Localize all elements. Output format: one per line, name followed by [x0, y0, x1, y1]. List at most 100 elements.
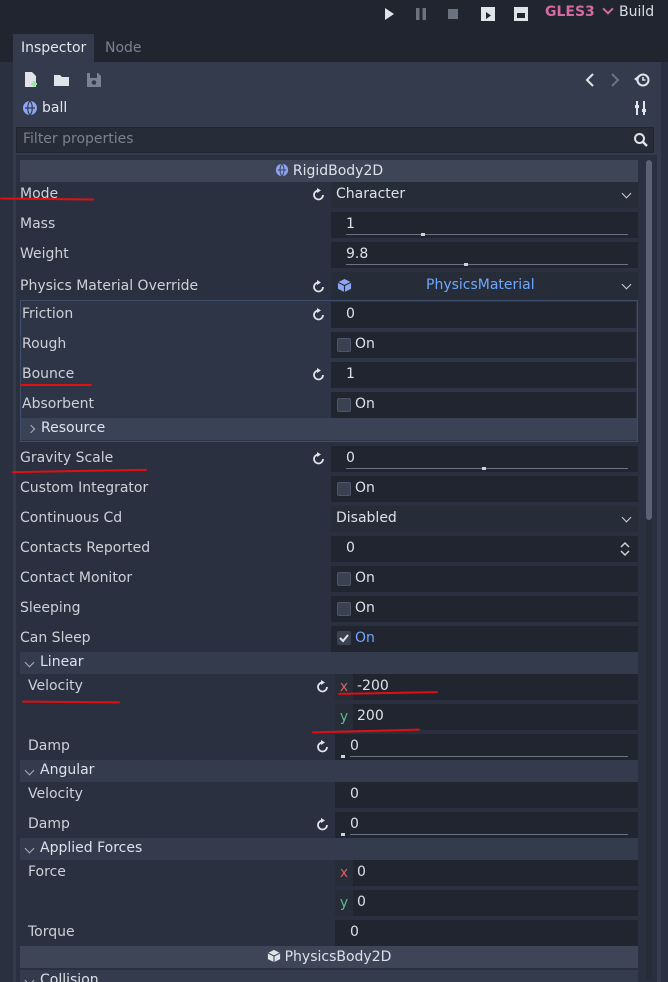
revert-icon[interactable]: [316, 740, 330, 754]
absorbent-value: On: [355, 396, 375, 412]
absorbent-checkbox[interactable]: On: [331, 392, 636, 418]
angular-damp-field[interactable]: 0: [335, 812, 638, 838]
search-icon[interactable]: [633, 132, 649, 148]
play-icon[interactable]: [381, 6, 397, 22]
gravity-scale-slider[interactable]: [346, 468, 628, 469]
tab-node[interactable]: Node: [97, 34, 150, 62]
custom-integrator-checkbox[interactable]: On: [331, 476, 638, 502]
bounce-field[interactable]: 1: [331, 362, 636, 388]
scrollbar-grabber[interactable]: [646, 160, 652, 520]
linear-velocity-y-value: 200: [357, 708, 384, 724]
stop-icon[interactable]: [445, 6, 461, 22]
linear-damp-slider[interactable]: [350, 756, 628, 757]
torque-value: 0: [350, 924, 359, 940]
slider-knob[interactable]: [464, 263, 468, 266]
continuous-cd-dropdown[interactable]: Disabled: [331, 506, 638, 532]
chevron-down-icon: [602, 3, 614, 15]
checkbox-icon[interactable]: [337, 398, 351, 412]
weight-field[interactable]: 9.8: [331, 242, 638, 268]
spinbox-updown-icon[interactable]: [620, 541, 630, 557]
play-custom-icon[interactable]: [513, 6, 529, 22]
gravity-scale-field[interactable]: 0: [331, 446, 638, 472]
tab-inspector[interactable]: Inspector: [13, 34, 95, 62]
checkbox-icon[interactable]: [337, 338, 351, 352]
contact-monitor-checkbox[interactable]: On: [331, 566, 638, 592]
revert-icon[interactable]: [316, 818, 330, 832]
force-y-field[interactable]: 0: [353, 890, 638, 916]
build-button[interactable]: Build: [619, 4, 654, 20]
mass-slider[interactable]: [346, 234, 628, 235]
angular-section[interactable]: Angular: [20, 760, 638, 782]
mode-dropdown[interactable]: Character: [331, 182, 638, 208]
save-icon[interactable]: [85, 71, 103, 89]
collision-section[interactable]: Collision: [20, 970, 638, 982]
rough-checkbox[interactable]: On: [331, 332, 636, 358]
linear-section[interactable]: Linear: [20, 652, 638, 674]
checkbox-icon[interactable]: [337, 482, 351, 496]
revert-icon[interactable]: [312, 308, 326, 322]
contacts-reported-spinbox[interactable]: 0: [331, 536, 638, 562]
slider-knob[interactable]: [421, 233, 425, 236]
force-x-value: 0: [357, 864, 366, 880]
new-script-icon[interactable]: [22, 71, 40, 89]
revert-icon[interactable]: [312, 280, 326, 294]
chevron-right-icon: [26, 424, 36, 434]
renderer-selector[interactable]: GLES3: [545, 3, 614, 20]
torque-label: Torque: [28, 924, 75, 940]
contacts-reported-value: 0: [346, 540, 355, 556]
physics-material-resource-picker[interactable]: PhysicsMaterial: [331, 272, 638, 300]
rough-label: Rough: [22, 336, 67, 352]
axis-y-label: y: [335, 890, 353, 916]
linear-velocity-x-field[interactable]: -200: [353, 674, 638, 700]
chevron-down-icon: [24, 657, 35, 668]
can-sleep-value: On: [355, 630, 375, 646]
slider-knob[interactable]: [341, 833, 345, 836]
angular-damp-slider[interactable]: [350, 834, 628, 835]
revert-icon[interactable]: [312, 188, 326, 202]
checkbox-icon[interactable]: [337, 572, 351, 586]
linear-damp-field[interactable]: 0: [335, 734, 638, 760]
angular-damp-value: 0: [350, 816, 359, 832]
friction-value: 0: [346, 306, 355, 322]
resource-section[interactable]: Resource: [21, 418, 637, 440]
play-scene-icon[interactable]: [480, 6, 496, 22]
linear-title: Linear: [40, 654, 84, 670]
tool-icon[interactable]: [633, 100, 649, 116]
filter-properties-input[interactable]: Filter properties: [16, 127, 654, 153]
can-sleep-checkbox[interactable]: On: [331, 626, 638, 652]
revert-icon[interactable]: [312, 452, 326, 466]
weight-slider[interactable]: [346, 264, 628, 265]
friction-field[interactable]: 0: [331, 302, 636, 328]
applied-forces-section[interactable]: Applied Forces: [20, 838, 638, 860]
mass-field[interactable]: 1: [331, 212, 638, 238]
revert-icon[interactable]: [316, 680, 330, 694]
chevron-down-icon: [621, 512, 632, 523]
object-history-icon[interactable]: [633, 71, 651, 89]
checkbox-icon[interactable]: [337, 602, 351, 616]
linear-damp-label: Damp: [28, 738, 70, 754]
angular-damp-label: Damp: [28, 816, 70, 832]
history-back-icon[interactable]: [582, 71, 600, 89]
history-forward-icon[interactable]: [605, 71, 623, 89]
physics-material-value: PhysicsMaterial: [426, 277, 535, 293]
linear-velocity-y-field[interactable]: 200: [353, 704, 638, 730]
bounce-label: Bounce: [22, 366, 75, 382]
torque-field[interactable]: 0: [335, 920, 638, 946]
angular-velocity-field[interactable]: 0: [335, 782, 638, 808]
force-x-field[interactable]: 0: [353, 860, 638, 886]
pause-icon[interactable]: [413, 6, 429, 22]
slider-knob[interactable]: [341, 755, 345, 758]
can-sleep-label: Can Sleep: [20, 630, 91, 646]
open-icon[interactable]: [53, 71, 71, 89]
slider-knob[interactable]: [482, 467, 486, 470]
collision-title: Collision: [40, 972, 99, 982]
rough-value: On: [355, 336, 375, 352]
bounce-value: 1: [346, 366, 355, 382]
filter-placeholder: Filter properties: [23, 131, 134, 147]
sleeping-checkbox[interactable]: On: [331, 596, 638, 622]
chevron-down-icon: [621, 188, 632, 199]
scrollbar[interactable]: [646, 160, 652, 980]
node-icon: [23, 100, 37, 116]
revert-icon[interactable]: [312, 368, 326, 382]
checkbox-checked-icon[interactable]: [337, 631, 351, 645]
